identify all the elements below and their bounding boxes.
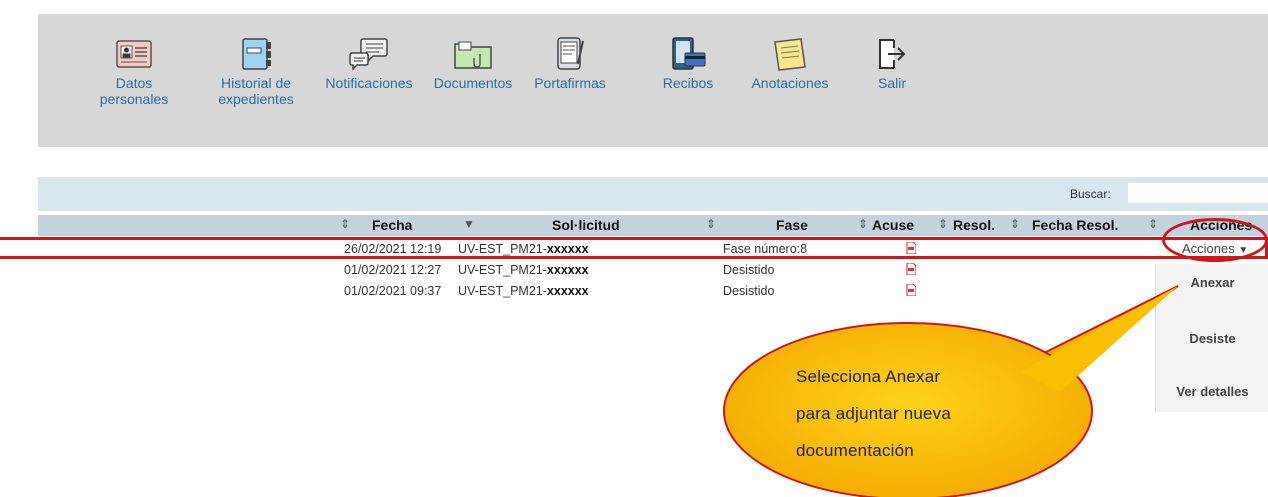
toolbar-label-line: Datos (115, 75, 153, 91)
toolbar-item-recibos[interactable]: Recibos (648, 36, 728, 91)
column-header-fecha-resol[interactable]: Fecha Resol. (1032, 217, 1118, 233)
acciones-dropdown-button[interactable]: Acciones ▼ (1182, 241, 1248, 256)
solicitud-prefix: UV-EST_PM21- (458, 284, 547, 298)
toolbar-label-line: Anotaciones (751, 75, 829, 91)
tablet-pen-icon (557, 37, 584, 70)
search-input[interactable] (1128, 183, 1268, 203)
toolbar-item-historial-expedientes[interactable]: Historial de expedientes (204, 36, 308, 107)
solicitud-prefix: UV-EST_PM21- (458, 263, 547, 277)
toolbar-label-line: Recibos (662, 75, 714, 91)
id-card-icon (116, 40, 152, 68)
search-label: Buscar: (1070, 187, 1111, 201)
pdf-icon[interactable] (906, 242, 916, 254)
sort-desc-icon[interactable]: ▼ (463, 217, 475, 231)
toolbar-label-line: Documentos (433, 75, 513, 91)
cell-fase: Desistido (723, 284, 775, 298)
menu-item-anexar[interactable]: Anexar (1156, 275, 1268, 290)
cell-fase: Fase número:8 (723, 242, 808, 256)
table-header: ⇕ Fecha ▼ Sol·licitud ⇕ Fase ⇕ Acuse ⇕ R… (38, 215, 1268, 236)
cell-fecha: 01/02/2021 09:37 (344, 284, 442, 298)
toolbar-item-portafirmas[interactable]: Portafirmas (520, 36, 620, 91)
column-header-acuse[interactable]: Acuse (872, 217, 914, 233)
toolbar-item-anotaciones[interactable]: Anotaciones (738, 36, 842, 91)
table-row[interactable]: 01/02/2021 12:27 UV-EST_PM21-xxxxxx Desi… (38, 262, 1268, 279)
sticky-note-icon (774, 38, 806, 71)
column-header-acciones: Acciones (1190, 217, 1253, 233)
cell-solicitud: UV-EST_PM21-xxxxxx (458, 284, 589, 298)
toolbar-label-line: Notificaciones (325, 75, 413, 91)
pdf-icon[interactable] (906, 263, 916, 275)
callout-text-line: para adjuntar nueva (796, 404, 952, 423)
cell-solicitud: UV-EST_PM21-xxxxxx (458, 263, 589, 277)
column-header-fase[interactable]: Fase (776, 217, 808, 233)
sort-icon[interactable]: ⇕ (1010, 217, 1020, 231)
toolbar-item-notificaciones[interactable]: Notificaciones (314, 36, 424, 91)
chevron-down-icon: ▼ (1238, 245, 1249, 256)
toolbar-label-line: Historial de (220, 75, 292, 91)
toolbar-label-line: personales (99, 91, 169, 107)
toolbar-item-datos-personales[interactable]: Datos personales (84, 36, 184, 107)
toolbar-item-salir[interactable]: Salir (862, 36, 922, 91)
sort-icon[interactable]: ⇕ (1148, 217, 1158, 231)
column-header-solicitud[interactable]: Sol·licitud (552, 217, 620, 233)
solicitud-prefix: UV-EST_PM21- (458, 242, 547, 256)
toolbar-label-line: expedientes (218, 91, 294, 107)
pdf-icon[interactable] (906, 284, 916, 296)
acciones-menu: Anexar Desiste Ver detalles (1155, 264, 1268, 412)
sort-icon[interactable]: ⇕ (938, 217, 948, 231)
exit-icon (879, 39, 906, 69)
search-bar: Buscar: (38, 177, 1268, 211)
callout-text-line: Selecciona Anexar (796, 367, 941, 386)
solicitud-id: xxxxxx (546, 263, 589, 277)
column-header-resol[interactable]: Resol. (953, 217, 995, 233)
cell-fecha: 01/02/2021 12:27 (344, 263, 442, 277)
main-toolbar: Datos personales Historial de expediente… (38, 14, 1268, 147)
cell-solicitud: UV-EST_PM21-xxxxxx (458, 242, 589, 256)
sort-icon[interactable]: ⇕ (340, 217, 350, 231)
column-header-fecha[interactable]: Fecha (372, 217, 412, 233)
sort-icon[interactable]: ⇕ (706, 217, 716, 231)
table-row[interactable]: 01/02/2021 09:37 UV-EST_PM21-xxxxxx Desi… (38, 283, 1268, 300)
cell-fecha: 26/02/2021 12:19 (344, 242, 442, 256)
speech-bubbles-icon (349, 38, 388, 71)
table-row[interactable]: 26/02/2021 12:19 UV-EST_PM21-xxxxxx Fase… (38, 241, 1268, 258)
notebook-icon (242, 38, 271, 70)
folder-icon (454, 41, 492, 69)
toolbar-label-line: Salir (877, 75, 906, 91)
toolbar-item-documentos[interactable]: Documentos (422, 36, 524, 91)
acciones-button-label: Acciones (1182, 241, 1235, 256)
cell-fase: Desistido (723, 263, 775, 277)
solicitud-id: xxxxxx (546, 242, 589, 256)
callout-text-line: documentación (796, 441, 914, 460)
menu-item-ver-detalles[interactable]: Ver detalles (1156, 384, 1268, 399)
menu-item-desiste[interactable]: Desiste (1156, 331, 1268, 346)
toolbar-label-line: Portafirmas (534, 75, 606, 91)
solicitud-id: xxxxxx (546, 284, 589, 298)
sort-icon[interactable]: ⇕ (858, 217, 868, 231)
tablet-card-icon (672, 37, 706, 70)
